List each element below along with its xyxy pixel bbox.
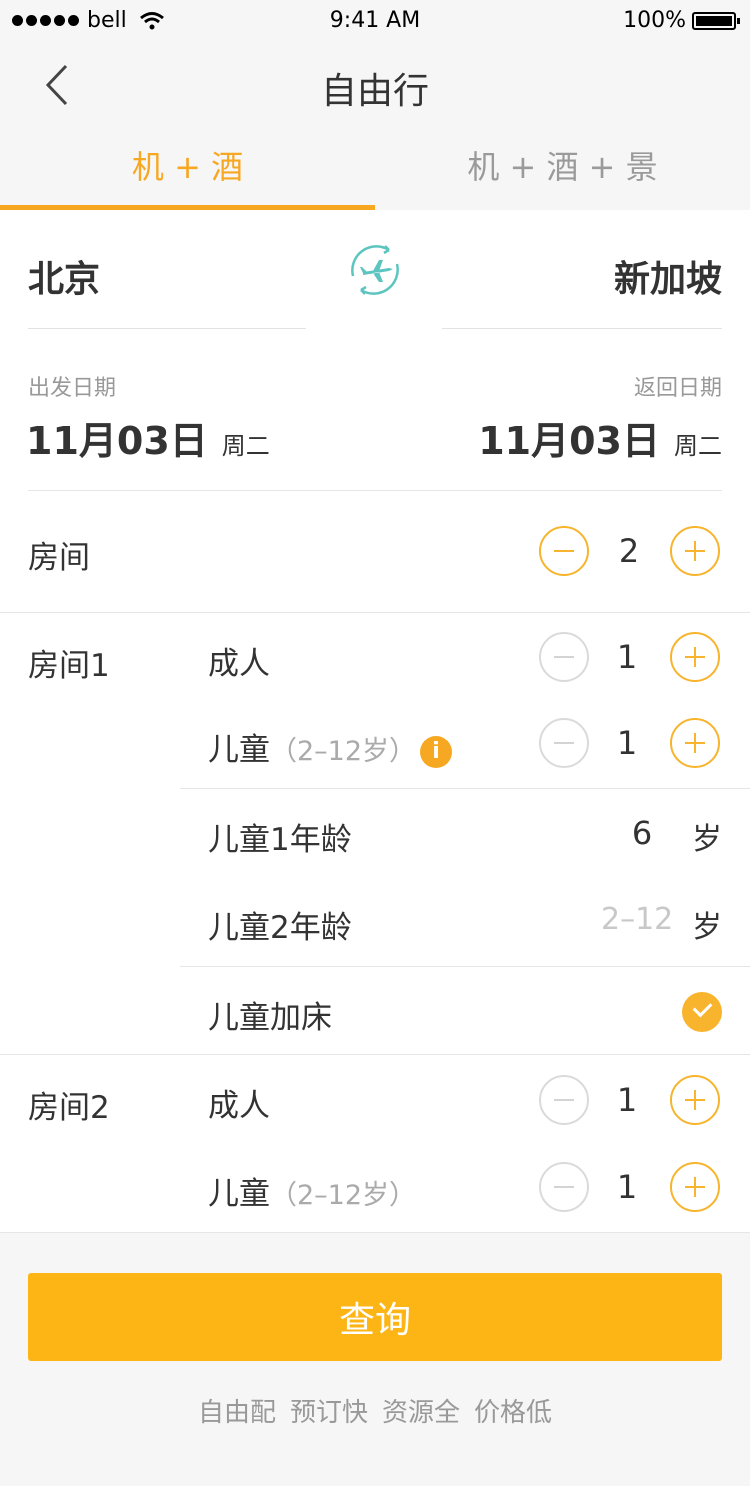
room1-child-increase-button[interactable] bbox=[670, 718, 720, 768]
room1-child-text: 儿童 bbox=[208, 732, 270, 768]
return-date-value: 11月03日 bbox=[478, 419, 660, 463]
room2-child-text: 儿童 bbox=[208, 1176, 270, 1212]
room2-child-label: 儿童（2–12岁） bbox=[208, 1168, 416, 1213]
room1-label: 房间1 bbox=[28, 648, 110, 684]
rooms-decrease-button[interactable] bbox=[539, 526, 589, 576]
room2-child-age-range: （2–12岁） bbox=[270, 1180, 417, 1211]
return-date[interactable]: 11月03日 周二 bbox=[478, 410, 722, 465]
room2-adult-increase-button[interactable] bbox=[670, 1075, 720, 1125]
status-bar: bell 9:41 AM 100% bbox=[0, 0, 750, 40]
room2-label: 房间2 bbox=[28, 1090, 110, 1126]
room1-adult-increase-button[interactable] bbox=[670, 632, 720, 682]
depart-date-value: 11月03日 bbox=[26, 419, 208, 463]
rooms-count: 2 bbox=[618, 532, 640, 570]
room2-adult-count: 1 bbox=[616, 1081, 638, 1119]
room1-child-count: 1 bbox=[616, 724, 638, 762]
room1-adult-label: 成人 bbox=[208, 646, 270, 682]
rooms-increase-button[interactable] bbox=[670, 526, 720, 576]
divider bbox=[28, 490, 722, 491]
divider bbox=[28, 328, 306, 329]
divider bbox=[180, 966, 750, 967]
arrival-city[interactable]: 新加坡 bbox=[614, 250, 722, 302]
info-icon[interactable]: i bbox=[420, 735, 453, 768]
battery-icon bbox=[692, 11, 740, 30]
rooms-label: 房间 bbox=[28, 540, 90, 576]
room1-adult-count: 1 bbox=[616, 638, 638, 676]
tab-flight-hotel[interactable]: 机 + 酒 bbox=[0, 130, 375, 210]
room1-child-label: 儿童（2–12岁） i bbox=[208, 724, 453, 769]
depart-weekday: 周二 bbox=[221, 432, 270, 460]
child1-age-label: 儿童1年龄 bbox=[208, 822, 352, 858]
plane-swap-icon[interactable] bbox=[343, 238, 407, 302]
tab-flight-hotel-attraction[interactable]: 机 + 酒 + 景 bbox=[375, 130, 750, 210]
extra-bed-label: 儿童加床 bbox=[208, 1000, 332, 1036]
depart-date-label: 出发日期 bbox=[28, 376, 117, 401]
booking-form: 北京 新加坡 出发日期 返回日期 11月03日 周二 11月03日 周二 房间 2 … bbox=[0, 210, 750, 1232]
feature-tag: 自由配 bbox=[197, 1398, 276, 1428]
feature-tag: 价格低 bbox=[474, 1398, 553, 1428]
page-title: 自由行 bbox=[320, 71, 429, 112]
nav-bar: 自由行 bbox=[0, 40, 750, 130]
feature-tag: 预订快 bbox=[289, 1398, 368, 1428]
battery-percent: 100% bbox=[623, 8, 686, 33]
return-weekday: 周二 bbox=[674, 432, 722, 460]
extra-bed-check-icon[interactable] bbox=[682, 992, 722, 1032]
return-date-label: 返回日期 bbox=[633, 376, 722, 401]
depart-date[interactable]: 11月03日 周二 bbox=[26, 410, 270, 465]
room2-adult-decrease-button[interactable] bbox=[539, 1075, 589, 1125]
room1-child-decrease-button[interactable] bbox=[539, 718, 589, 768]
feature-tags: 自由配 预订快 资源全 价格低 bbox=[0, 1392, 750, 1429]
room1-child-age-range: （2–12岁） bbox=[270, 736, 417, 767]
departure-city[interactable]: 北京 bbox=[28, 250, 100, 302]
child2-age-unit: 岁 bbox=[692, 910, 722, 945]
child2-age-input[interactable]: 2–12 bbox=[601, 902, 673, 937]
search-button[interactable]: 查询 bbox=[28, 1273, 722, 1361]
room1-adult-decrease-button[interactable] bbox=[539, 632, 589, 682]
feature-tag: 资源全 bbox=[382, 1398, 461, 1428]
child1-age-unit: 岁 bbox=[692, 822, 722, 857]
divider bbox=[0, 1054, 750, 1055]
room2-child-count: 1 bbox=[616, 1168, 638, 1206]
room2-child-increase-button[interactable] bbox=[670, 1162, 720, 1212]
trip-type-tabs: 机 + 酒 机 + 酒 + 景 bbox=[0, 130, 750, 211]
divider bbox=[0, 1232, 750, 1233]
divider bbox=[0, 612, 750, 613]
divider bbox=[180, 788, 750, 789]
child2-age-label: 儿童2年龄 bbox=[208, 910, 352, 946]
room2-adult-label: 成人 bbox=[208, 1088, 270, 1124]
battery: 100% bbox=[623, 8, 740, 33]
child1-age-value[interactable]: 6 bbox=[622, 814, 662, 852]
divider bbox=[442, 328, 722, 329]
room2-child-decrease-button[interactable] bbox=[539, 1162, 589, 1212]
